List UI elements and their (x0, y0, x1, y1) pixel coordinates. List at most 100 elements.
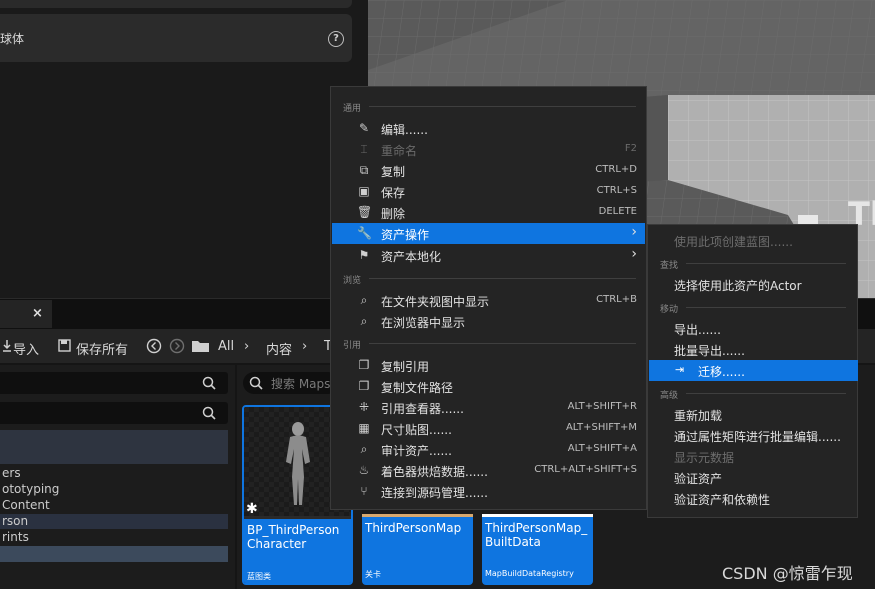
menu-item-reference-viewer[interactable]: ⁜ 引用查看器...... ALT+SHIFT+R (332, 397, 645, 417)
submenu-item-label: 重新加载 (674, 409, 723, 423)
save-all-button[interactable]: 保存所有 (76, 339, 128, 358)
submenu-item-property-matrix[interactable]: 通过属性矩阵进行批量编辑...... (649, 425, 858, 445)
search-icon (202, 376, 216, 390)
tree-item-highlight[interactable] (0, 546, 228, 562)
import-button[interactable]: 导入 (13, 339, 39, 358)
browser-search-icon: ⌕ (360, 314, 368, 328)
menu-item-label: 复制文件路径 (381, 381, 454, 395)
asset-info: ThirdPersonMap_ BuiltData MapBuildDataRe… (482, 517, 593, 585)
tree-selected-root[interactable] (0, 430, 228, 464)
breadcrumb-all[interactable]: All (218, 339, 234, 354)
menu-item-label: 审计资产...... (381, 444, 452, 458)
copy-path-icon: ❐ (358, 379, 370, 393)
menu-item-delete[interactable]: 🗑 删除 DELETE (332, 202, 645, 222)
submenu-item-label: 导出...... (674, 323, 721, 337)
tree-item[interactable]: rson (0, 514, 228, 529)
asset-actions-submenu: 使用此项创建蓝图...... 查找 选择使用此资产的Actor 移动 导出...… (647, 224, 858, 518)
import-icon (3, 340, 11, 352)
menu-item-connect-source-control[interactable]: ⑂ 连接到源码管理...... (332, 481, 645, 501)
chevron-right-icon: › (631, 224, 637, 240)
menu-item-show-in-folder-view[interactable]: ⌕ 在文件夹视图中显示 CTRL+B (332, 290, 645, 310)
tree-item[interactable]: rints (0, 530, 228, 545)
chevron-right-icon: › (631, 246, 637, 262)
asset-type: 蓝图类 (247, 572, 271, 581)
submenu-item-show-metadata[interactable]: 显示元数据 (649, 446, 858, 466)
menu-item-asset-localization[interactable]: ⚑ 资产本地化 › (332, 245, 645, 265)
menu-item-label: 重命名 (381, 144, 418, 158)
menu-item-save[interactable]: ▣ 保存 CTRL+S (332, 181, 645, 201)
submenu-section-move: 移动 (660, 305, 679, 315)
submenu-item-bulk-export[interactable]: 批量导出...... (649, 339, 858, 359)
forward-icon[interactable] (169, 338, 185, 354)
menu-item-copy-reference[interactable]: ❐ 复制引用 (332, 355, 645, 375)
asset-name: ThirdPersonMap (365, 521, 462, 535)
submenu-item-export[interactable]: 导出...... (649, 318, 858, 338)
breadcrumb-separator[interactable]: › (244, 339, 249, 354)
asset-context-menu: 通用 ✎ 编辑...... ⌶ 重命名 F2 ⧉ 复制 CTRL+D ▣ 保存 … (330, 86, 647, 510)
tree-item[interactable]: ers (0, 466, 228, 481)
menu-item-show-in-browser[interactable]: ⌕ 在浏览器中显示 (332, 311, 645, 331)
menu-item-asset-actions[interactable]: 🔧 资产操作 › (332, 223, 645, 244)
menu-item-label: 着色器烘焙数据...... (381, 465, 488, 479)
details-card-label: 球体 (0, 32, 25, 46)
submenu-item-label: 批量导出...... (674, 344, 745, 358)
tree-item[interactable]: ototyping (0, 482, 228, 497)
submenu-item-select-actors[interactable]: 选择使用此资产的Actor (649, 274, 858, 294)
asset-info: BP_ThirdPerson Character 蓝图类 (244, 519, 351, 583)
menu-item-copy-file-path[interactable]: ❐ 复制文件路径 (332, 376, 645, 396)
menu-shortcut: DELETE (598, 206, 637, 217)
menu-section-explore: 浏览 (343, 276, 362, 286)
menu-divider (369, 278, 636, 279)
audit-icon: ⌕ (360, 442, 368, 456)
submenu-item-label: 通过属性矩阵进行批量编辑...... (674, 430, 841, 444)
collections-search-input[interactable] (0, 402, 228, 424)
source-control-icon: ⑂ (360, 484, 368, 498)
submenu-item-migrate[interactable]: ⇥ 迁移...... (649, 360, 858, 381)
breadcrumb-content[interactable]: 内容 (266, 339, 292, 358)
submenu-item-label: 显示元数据 (674, 451, 735, 465)
help-icon[interactable]: ? (328, 31, 344, 47)
asset-type: MapBuildDataRegistry (485, 569, 574, 578)
menu-item-label: 资产本地化 (381, 250, 442, 264)
submenu-item-label: 迁移...... (698, 365, 745, 379)
details-card[interactable] (0, 14, 352, 62)
menu-item-size-map[interactable]: ▦ 尺寸贴图...... ALT+SHIFT+M (332, 418, 645, 438)
save-icon: ▣ (358, 184, 370, 198)
menu-item-edit[interactable]: ✎ 编辑...... (332, 118, 645, 138)
tree-item[interactable]: Content (0, 498, 228, 513)
submenu-item-validate-dependencies[interactable]: 验证资产和依赖性 (649, 488, 858, 508)
menu-item-label: 尺寸贴图...... (381, 423, 452, 437)
close-icon[interactable]: × (32, 306, 43, 321)
details-card-top (0, 0, 352, 8)
menu-shortcut: CTRL+ALT+SHIFT+S (534, 464, 637, 475)
menu-item-label: 资产操作 (381, 228, 430, 242)
search-icon (249, 376, 263, 390)
submenu-item-create-blueprint[interactable]: 使用此项创建蓝图...... (649, 230, 858, 250)
content-browser-tab[interactable] (0, 300, 52, 328)
duplicate-icon: ⧉ (359, 163, 369, 177)
folder-icon (192, 341, 209, 352)
menu-shortcut: ALT+SHIFT+M (565, 422, 637, 433)
back-icon[interactable] (146, 338, 162, 354)
menu-item-rename[interactable]: ⌶ 重命名 F2 (332, 139, 645, 159)
menu-section-references: 引用 (343, 341, 362, 351)
menu-item-label: 引用查看器...... (381, 402, 464, 416)
breadcrumb-separator[interactable]: › (302, 339, 307, 354)
submenu-item-reload[interactable]: 重新加载 (649, 404, 858, 424)
menu-item-shader-cook-stats[interactable]: ♨ 着色器烘焙数据...... CTRL+ALT+SHIFT+S (332, 460, 645, 480)
menu-shortcut: ALT+SHIFT+A (567, 443, 637, 454)
menu-divider (686, 393, 846, 394)
submenu-section-find: 查找 (660, 261, 679, 271)
submenu-item-validate-assets[interactable]: 验证资产 (649, 467, 858, 487)
menu-item-label: 在文件夹视图中显示 (381, 295, 490, 309)
search-icon (202, 406, 216, 420)
menu-item-duplicate[interactable]: ⧉ 复制 CTRL+D (332, 160, 645, 180)
sources-search-input[interactable] (0, 372, 228, 394)
menu-item-label: 编辑...... (381, 123, 428, 137)
menu-divider (686, 307, 846, 308)
save-all-icon (58, 339, 71, 352)
copy-reference-icon: ❐ (358, 358, 370, 372)
watermark: CSDN @惊雷乍现 (722, 564, 853, 583)
size-map-icon: ▦ (358, 421, 370, 435)
menu-item-audit-assets[interactable]: ⌕ 审计资产...... ALT+SHIFT+A (332, 439, 645, 459)
